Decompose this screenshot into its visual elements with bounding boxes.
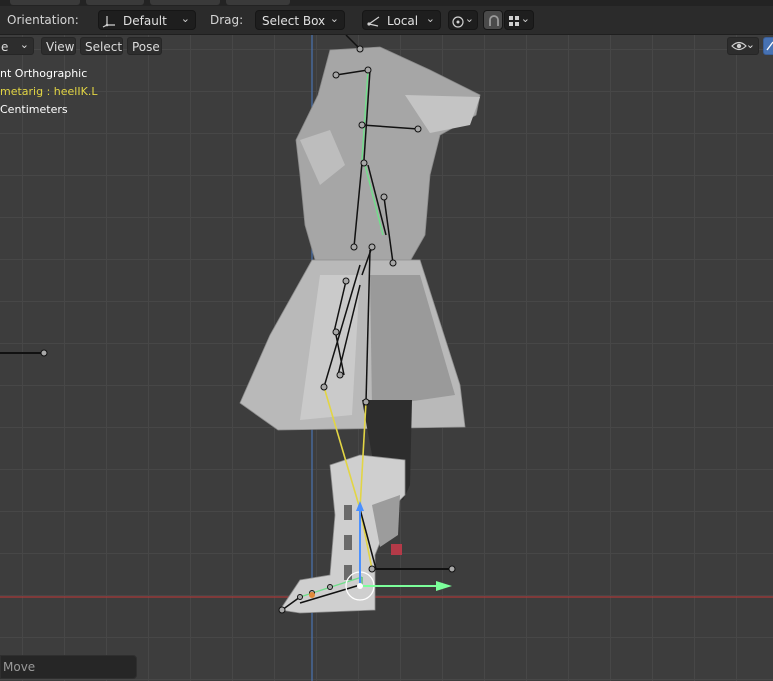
- ik-target-marker[interactable]: [309, 592, 315, 598]
- active-object-text: metarig : heelIK.L: [0, 85, 98, 98]
- pose-menu[interactable]: Pose: [127, 37, 162, 55]
- drag-value: Select Box: [262, 14, 326, 28]
- tool-settings-header: Orientation: Default ⌄ Drag: Select Box …: [0, 6, 773, 35]
- last-operator-label: Move: [3, 660, 36, 674]
- local-axes-icon: [367, 16, 380, 27]
- pivot-value: Local: [387, 14, 419, 28]
- snap-target-dropdown[interactable]: ⌄: [504, 10, 534, 30]
- orientation-dropdown[interactable]: Default ⌄: [98, 10, 196, 30]
- chevron-down-icon: ⌄: [329, 12, 339, 25]
- workspace-tab[interactable]: [86, 0, 144, 5]
- select-menu[interactable]: Select: [80, 37, 123, 55]
- last-operator-panel[interactable]: Move: [0, 655, 137, 679]
- chevron-down-icon: ⌄: [745, 38, 755, 51]
- drag-dropdown[interactable]: Select Box ⌄: [255, 10, 345, 30]
- chevron-down-icon: ⌄: [520, 12, 530, 25]
- interaction-mode-value: e: [1, 40, 9, 54]
- snap-icon: [489, 15, 499, 26]
- orientation-value: Default: [123, 14, 167, 28]
- proportional-edit-dropdown[interactable]: ⌄: [448, 10, 478, 30]
- gizmo-icon: [766, 41, 773, 51]
- gizmo-y-arrow[interactable]: [436, 581, 452, 591]
- transform-pivot-dropdown[interactable]: Local ⌄: [362, 10, 441, 30]
- orientation-axes-icon: [102, 16, 115, 28]
- snap-toggle[interactable]: [483, 10, 503, 30]
- chevron-down-icon: ⌄: [19, 38, 29, 51]
- visibility-dropdown[interactable]: ⌄: [727, 37, 759, 55]
- chevron-down-icon: ⌄: [425, 12, 435, 25]
- pole-target-marker[interactable]: [391, 544, 402, 555]
- chevron-down-icon: ⌄: [464, 12, 474, 25]
- workspace-tab[interactable]: [10, 0, 80, 5]
- view-name-text: nt Orthographic: [0, 67, 88, 80]
- interaction-mode-dropdown[interactable]: e ⌄: [0, 37, 34, 55]
- workspace-tab[interactable]: [226, 0, 290, 5]
- scene-canvas[interactable]: [0, 35, 773, 681]
- drag-label: Drag:: [210, 13, 244, 27]
- view-menu[interactable]: View: [41, 37, 76, 55]
- gizmo-toggle[interactable]: [763, 37, 773, 55]
- orientation-label: Orientation:: [7, 13, 79, 27]
- chevron-down-icon: ⌄: [180, 12, 190, 25]
- units-text: Centimeters: [0, 103, 68, 116]
- 3d-viewport[interactable]: e ⌄ View Select Pose ⌄ nt Orthographic m…: [0, 35, 773, 681]
- workspace-tab[interactable]: [150, 0, 220, 5]
- eye-icon: [731, 41, 747, 51]
